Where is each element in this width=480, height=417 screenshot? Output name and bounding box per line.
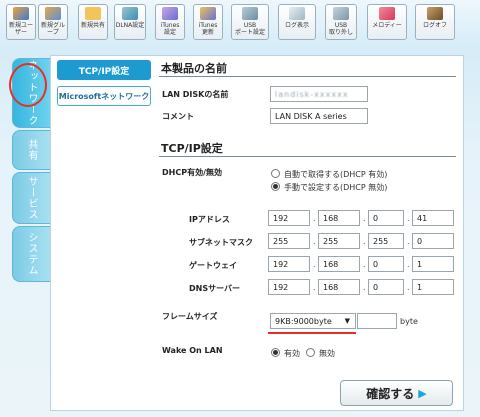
dhcp-label: DHCP有効/無効 — [162, 168, 222, 177]
folder-icon — [85, 7, 101, 20]
dot-separator: . — [407, 260, 410, 269]
subnet-octet-4[interactable]: 0 — [412, 233, 454, 249]
dns-server-label: DNSサーバー — [189, 284, 241, 293]
dot-separator: . — [363, 237, 366, 246]
dot-separator: . — [407, 237, 410, 246]
tcpip-heading: TCP/IP設定 — [161, 142, 223, 155]
usb-eject-button[interactable]: USB 取り外し — [325, 4, 357, 40]
frame-size-custom-input[interactable] — [357, 313, 397, 329]
itunes-settings-button[interactable]: iTunes 設定 — [155, 4, 185, 40]
wol-enable-text: 有効 — [284, 349, 300, 358]
wol-enable-radio[interactable] — [271, 348, 280, 357]
ip-octet-3[interactable]: 0 — [368, 210, 404, 226]
logoff-button[interactable]: ログオフ — [415, 4, 455, 40]
dhcp-auto-text: 自動で取得する(DHCP 有効) — [284, 170, 388, 179]
wol-disable-text: 無効 — [319, 349, 335, 358]
dlna-icon — [122, 7, 138, 20]
subnet-octet-2[interactable]: 255 — [318, 233, 360, 249]
usb-eject-icon — [333, 7, 349, 20]
ip-octet-1[interactable]: 192 — [268, 210, 310, 226]
highlight-circle — [9, 63, 47, 107]
log-icon — [289, 7, 305, 20]
dot-separator: . — [363, 214, 366, 223]
dot-separator: . — [363, 260, 366, 269]
subnet-mask-label: サブネットマスク — [189, 238, 253, 247]
dot-separator: . — [313, 237, 316, 246]
ip-address-label: IPアドレス — [189, 215, 230, 224]
frame-size-label: フレームサイズ — [162, 312, 218, 321]
dns-octet-1[interactable]: 192 — [268, 279, 310, 295]
ip-octet-2[interactable]: 168 — [318, 210, 360, 226]
lan-disk-name-value: landisk-xxxxxx — [275, 89, 349, 99]
confirm-label: 確認する — [366, 386, 415, 401]
new-user-button[interactable]: 新規ユーザー — [6, 4, 36, 40]
itunes-update-icon — [200, 7, 216, 20]
product-name-heading: 本製品の名前 — [161, 62, 227, 75]
subnav-microsoft-network[interactable]: Microsoftネットワーク — [57, 86, 151, 106]
gateway-octet-3[interactable]: 0 — [368, 256, 404, 272]
dns-octet-2[interactable]: 168 — [318, 279, 360, 295]
toolbar: 新規ユーザー 新規グループ 新規共有 DLNA設定 iTunes 設定 iTun… — [0, 0, 480, 44]
itunes-note-icon — [162, 7, 178, 20]
dot-separator: . — [313, 214, 316, 223]
usb-icon — [242, 7, 258, 20]
subnav-tcpip[interactable]: TCP/IP設定 — [57, 60, 151, 80]
log-view-button[interactable]: ログ表示 — [278, 4, 316, 40]
gateway-octet-1[interactable]: 192 — [268, 256, 310, 272]
tab-share[interactable]: 共有 — [12, 130, 50, 170]
tab-service[interactable]: サービス — [12, 172, 50, 224]
confirm-button[interactable]: 確認する ▶ — [340, 380, 453, 406]
dot-separator: . — [407, 214, 410, 223]
users-icon — [13, 7, 29, 20]
dot-separator: . — [313, 260, 316, 269]
divider — [159, 156, 456, 157]
gateway-label: ゲートウェイ — [189, 261, 237, 270]
divider — [159, 76, 456, 77]
itunes-update-button[interactable]: iTunes 更新 — [193, 4, 223, 40]
subnet-octet-3[interactable]: 255 — [368, 233, 404, 249]
gateway-octet-2[interactable]: 168 — [318, 256, 360, 272]
dhcp-manual-radio[interactable] — [271, 182, 280, 191]
wol-disable-radio[interactable] — [306, 348, 315, 357]
melody-button[interactable]: メロディー — [367, 4, 407, 40]
dot-separator: . — [363, 283, 366, 292]
usb-port-settings-button[interactable]: USB ポート設定 — [231, 4, 269, 40]
gateway-octet-4[interactable]: 1 — [412, 256, 454, 272]
lan-disk-name-input[interactable]: landisk-xxxxxx — [270, 86, 368, 102]
dhcp-manual-text: 手動で設定する(DHCP 無効) — [284, 183, 388, 192]
comment-label: コメント — [162, 112, 194, 121]
frame-size-unit: byte — [400, 317, 418, 326]
ip-octet-4[interactable]: 41 — [412, 210, 454, 226]
chevron-right-icon: ▶ — [418, 386, 427, 400]
lan-disk-name-label: LAN DISKの名前 — [162, 90, 229, 99]
dlna-settings-button[interactable]: DLNA設定 — [114, 4, 146, 40]
comment-input[interactable]: LAN DISK A series — [270, 108, 368, 124]
new-group-button[interactable]: 新規グループ — [38, 4, 68, 40]
dot-separator: . — [407, 283, 410, 292]
logoff-icon — [427, 7, 443, 20]
dot-separator: . — [313, 283, 316, 292]
frame-size-select[interactable]: 9KB:9000byte ▼ — [270, 313, 356, 329]
dropdown-arrow-icon: ▼ — [344, 317, 350, 325]
dns-octet-3[interactable]: 0 — [368, 279, 404, 295]
group-icon — [45, 7, 61, 20]
highlight-underline — [268, 332, 356, 334]
subnet-octet-1[interactable]: 255 — [268, 233, 310, 249]
melody-icon — [379, 7, 395, 20]
new-share-button[interactable]: 新規共有 — [78, 4, 108, 40]
dhcp-auto-radio[interactable] — [271, 169, 280, 178]
dns-octet-4[interactable]: 1 — [412, 279, 454, 295]
wake-on-lan-label: Wake On LAN — [162, 346, 223, 355]
frame-size-value: 9KB:9000byte — [275, 316, 332, 326]
tab-system[interactable]: システム — [12, 226, 50, 282]
